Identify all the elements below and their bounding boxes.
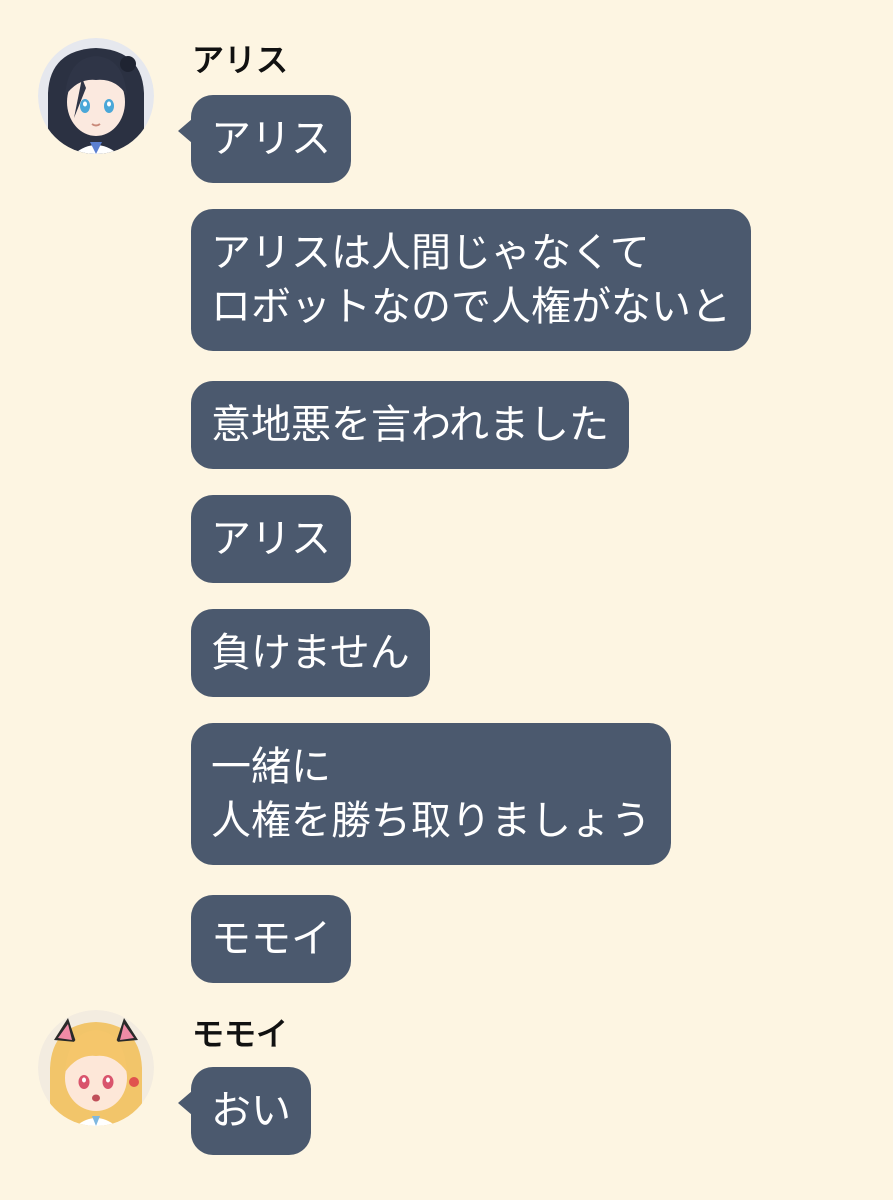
aris-avatar-icon[interactable]	[38, 38, 154, 154]
message-bubble[interactable]: アリス	[191, 495, 351, 583]
momoi-avatar-icon[interactable]	[38, 1010, 154, 1126]
message-bubble[interactable]: おい	[178, 1067, 311, 1155]
message-bubble[interactable]: 一緒に 人権を勝ち取りましょう	[191, 723, 671, 865]
message-bubble[interactable]: 負けません	[191, 609, 430, 697]
message-bubble[interactable]: アリスは人間じゃなくて ロボットなので人権がないと	[191, 209, 751, 351]
message-bubble[interactable]: 意地悪を言われました	[191, 381, 629, 469]
message-bubble[interactable]: アリス	[178, 95, 351, 183]
sender-name: アリス	[192, 41, 289, 79]
message-bubble[interactable]: モモイ	[191, 895, 351, 983]
sender-name: モモイ	[192, 1015, 289, 1053]
